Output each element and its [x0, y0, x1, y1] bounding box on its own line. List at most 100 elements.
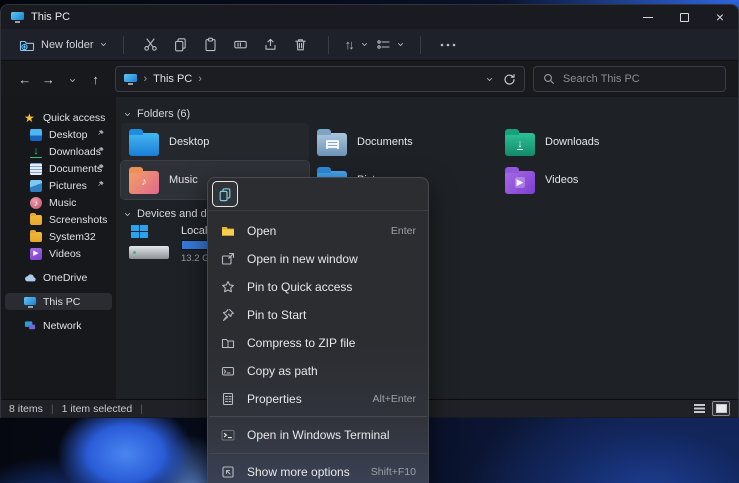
large-icons-view-button[interactable]: [712, 401, 730, 416]
refresh-icon[interactable]: [503, 73, 516, 86]
close-button[interactable]: ×: [702, 5, 738, 29]
more-options-button[interactable]: [433, 32, 463, 58]
sidebar-item-network[interactable]: Network: [5, 317, 112, 334]
folder-tile-label: Documents: [357, 136, 413, 148]
cut-icon: [143, 37, 158, 52]
sidebar-item-onedrive[interactable]: OneDrive: [5, 269, 112, 286]
network-icon: [24, 320, 36, 332]
new-folder-button[interactable]: New folder: [15, 38, 111, 52]
folder-tile-label: Downloads: [545, 136, 599, 148]
address-dropdown-icon[interactable]: [486, 76, 493, 83]
folder-tile-videos[interactable]: ▶ Videos: [497, 161, 685, 199]
local-disk-icon: [129, 223, 171, 263]
chevron-down-icon: [361, 41, 368, 48]
chevron-down-icon: [397, 41, 404, 48]
back-button[interactable]: ←: [13, 72, 37, 87]
downloads-folder-icon: ↓: [505, 133, 535, 156]
maximize-button[interactable]: [666, 5, 702, 29]
share-icon: [263, 37, 278, 52]
pin-icon: [96, 146, 105, 155]
terminal-icon: [221, 428, 235, 442]
chevron-down-icon: [69, 77, 76, 84]
rename-button[interactable]: [226, 32, 256, 58]
minimize-button[interactable]: [630, 5, 666, 29]
menu-item-properties[interactable]: Properties Alt+Enter: [208, 385, 428, 413]
menu-separator: [209, 453, 427, 454]
menu-item-open-new-window[interactable]: Open in new window: [208, 245, 428, 273]
folder-tile-documents[interactable]: Documents: [309, 123, 497, 161]
menu-item-compress-zip[interactable]: Compress to ZIP file: [208, 329, 428, 357]
paste-button[interactable]: [196, 32, 226, 58]
sidebar-item-desktop[interactable]: Desktop: [5, 126, 112, 143]
up-button[interactable]: ↑: [84, 72, 108, 87]
menu-item-open-windows-terminal[interactable]: Open in Windows Terminal: [208, 420, 428, 450]
menu-item-label: Open: [247, 224, 379, 238]
menu-item-shortcut: Enter: [391, 225, 416, 237]
menu-separator: [209, 416, 427, 417]
delete-button[interactable]: [286, 32, 316, 58]
menu-item-pin-to-quick-access[interactable]: Pin to Quick access: [208, 273, 428, 301]
details-view-icon: [694, 404, 705, 413]
menu-item-shortcut: Alt+Enter: [373, 393, 416, 405]
folder-tile-desktop[interactable]: Desktop: [121, 123, 309, 161]
sidebar-item-documents[interactable]: Documents: [5, 160, 112, 177]
sidebar-item-screenshots[interactable]: Screenshots: [5, 211, 112, 228]
sidebar-item-label: This PC: [43, 296, 80, 308]
desktop-icon: [30, 129, 42, 141]
folder-tile-label: Music: [169, 174, 198, 186]
pin-star-icon: [221, 280, 235, 294]
cut-button[interactable]: [136, 32, 166, 58]
paste-icon: [203, 37, 218, 52]
navigation-sidebar: ★ Quick access Desktop ↓ Downloads Docum…: [1, 97, 116, 399]
menu-item-pin-to-start[interactable]: Pin to Start: [208, 301, 428, 329]
download-icon: ↓: [30, 146, 42, 158]
search-icon: [543, 73, 555, 85]
sidebar-item-label: Videos: [49, 248, 81, 260]
sidebar-item-music[interactable]: ♪ Music: [5, 194, 112, 211]
music-folder-icon: ♪: [129, 171, 159, 194]
folder-plus-icon: [19, 38, 35, 52]
window-title: This PC: [31, 11, 70, 23]
sidebar-item-downloads[interactable]: ↓ Downloads: [5, 143, 112, 160]
folders-section-header[interactable]: Folders (6): [124, 108, 190, 120]
minimize-icon: [643, 17, 653, 18]
sort-button[interactable]: ↑↓: [341, 37, 372, 52]
sidebar-item-label: Network: [43, 320, 82, 332]
sidebar-item-pictures[interactable]: Pictures: [5, 177, 112, 194]
search-box[interactable]: Search This PC: [533, 66, 726, 92]
forward-button[interactable]: →: [37, 72, 61, 87]
quick-copy-button[interactable]: [212, 181, 238, 207]
this-pc-icon: [124, 74, 137, 84]
sidebar-item-this-pc[interactable]: This PC: [5, 293, 112, 310]
view-button[interactable]: [372, 38, 408, 51]
menu-item-show-more-options[interactable]: Show more options Shift+F10: [208, 457, 428, 483]
folder-tile-downloads[interactable]: ↓ Downloads: [497, 123, 685, 161]
view-options-icon: [376, 38, 391, 51]
sidebar-item-label: Documents: [49, 163, 102, 175]
folder-icon: [30, 215, 42, 225]
chevron-down-icon: [124, 211, 131, 218]
share-button[interactable]: [256, 32, 286, 58]
menu-item-label: Open in new window: [247, 252, 404, 266]
copy-button[interactable]: [166, 32, 196, 58]
sidebar-item-quick-access[interactable]: ★ Quick access: [5, 109, 112, 126]
sidebar-item-label: Quick access: [43, 112, 105, 124]
breadcrumb-separator: ›: [143, 73, 147, 85]
details-view-button[interactable]: [690, 401, 708, 416]
star-icon: ★: [24, 112, 36, 124]
copy-icon: [218, 187, 232, 202]
toolbar-divider: [420, 36, 421, 54]
items-count: 8 items: [9, 403, 43, 415]
pin-icon: [96, 129, 105, 138]
history-dropdown-button[interactable]: [60, 72, 84, 87]
menu-item-open[interactable]: Open Enter: [208, 217, 428, 245]
menu-item-copy-as-path[interactable]: Copy as path: [208, 357, 428, 385]
sidebar-item-system32[interactable]: System32: [5, 228, 112, 245]
sidebar-item-videos[interactable]: ▶ Videos: [5, 245, 112, 262]
sort-arrows-icon: ↑↓: [345, 37, 355, 52]
breadcrumb-this-pc[interactable]: This PC: [153, 73, 192, 85]
menu-item-label: Copy as path: [247, 364, 404, 378]
address-bar[interactable]: › This PC ›: [115, 66, 524, 92]
breadcrumb-separator: ›: [198, 73, 202, 85]
sidebar-item-label: Music: [49, 197, 76, 209]
